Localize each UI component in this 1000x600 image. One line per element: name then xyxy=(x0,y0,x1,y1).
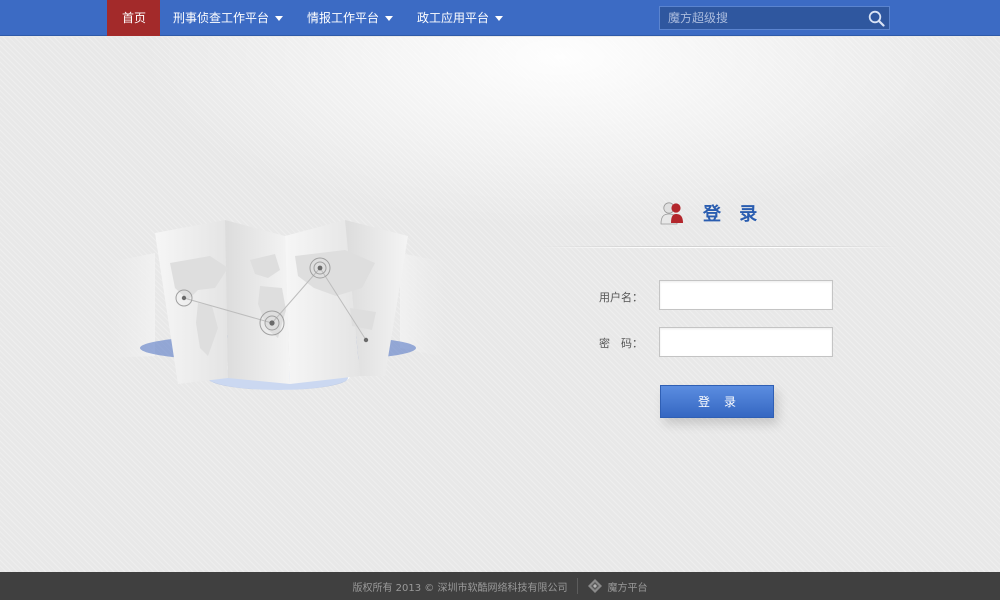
nav-item-label: 首页 xyxy=(122,11,147,25)
nav-item-home[interactable]: 首页 xyxy=(107,0,161,36)
nav-item-political-work[interactable]: 政工应用平台 xyxy=(404,0,514,36)
search-icon[interactable] xyxy=(868,10,885,27)
top-nav-bar: 首页 刑事侦查工作平台 情报工作平台 政工应用平台 xyxy=(0,0,1000,36)
password-field[interactable] xyxy=(659,327,833,357)
copyright-text: 版权所有 2013 © 深圳市软酷网络科技有限公司 xyxy=(352,582,568,594)
caret-down-icon xyxy=(275,15,284,21)
login-divider-highlight xyxy=(540,247,900,248)
password-label: 密 码： xyxy=(599,337,643,350)
main-nav: 首页 刑事侦查工作平台 情报工作平台 政工应用平台 xyxy=(107,0,514,36)
cube-logo-icon xyxy=(587,579,602,593)
nav-item-label: 情报工作平台 xyxy=(307,11,380,25)
caret-down-icon xyxy=(385,15,394,21)
login-header: 登 录 xyxy=(660,198,763,228)
username-label: 用户名： xyxy=(599,291,643,304)
world-map-illustration xyxy=(105,220,450,390)
search-box xyxy=(659,6,890,30)
username-field[interactable] xyxy=(659,280,833,310)
search-input[interactable] xyxy=(660,7,860,29)
footer: 版权所有 2013 © 深圳市软酷网络科技有限公司 魔方平台 xyxy=(0,572,1000,600)
nav-item-label: 刑事侦查工作平台 xyxy=(173,11,270,25)
nav-item-criminal-investigation[interactable]: 刑事侦查工作平台 xyxy=(160,0,294,36)
footer-brand: 魔方平台 xyxy=(607,582,648,594)
login-button[interactable]: 登录 xyxy=(660,385,774,418)
user-icon xyxy=(660,202,683,225)
footer-divider xyxy=(576,578,578,594)
nav-item-intelligence[interactable]: 情报工作平台 xyxy=(294,0,404,36)
caret-down-icon xyxy=(495,15,504,21)
login-title: 登 录 xyxy=(703,204,764,225)
nav-item-label: 政工应用平台 xyxy=(417,11,490,25)
